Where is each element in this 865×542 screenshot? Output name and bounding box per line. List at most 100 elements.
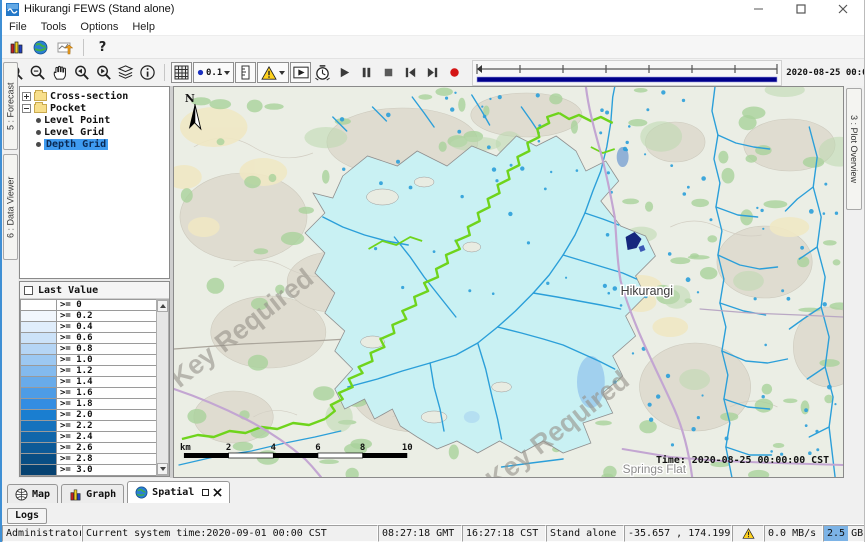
legend-row[interactable]: >= 0 [21, 300, 156, 311]
status-warning-cell[interactable] [732, 525, 764, 542]
legend-row[interactable]: >= 3.0 [21, 465, 156, 476]
menu-tools[interactable]: Tools [34, 21, 74, 33]
graph-icon [69, 488, 82, 501]
menu-file[interactable]: File [2, 21, 34, 33]
legend-row[interactable]: >= 1.2 [21, 366, 156, 377]
help-icon[interactable]: ? [92, 37, 113, 58]
tab-data-viewer[interactable]: 6 : Data Viewer [3, 154, 18, 260]
legend-color-swatch [21, 454, 57, 464]
warning-threshold-dropdown[interactable] [257, 62, 289, 83]
legend-row[interactable]: >= 0.8 [21, 344, 156, 355]
expand-icon[interactable] [22, 92, 31, 101]
tree-item-pocket[interactable]: Pocket [50, 103, 86, 114]
tree-row[interactable]: Level Grid [22, 126, 167, 138]
legend-color-swatch [21, 388, 57, 398]
legend-rows: >= 0>= 0.2>= 0.4>= 0.6>= 0.8>= 1.0>= 1.2… [20, 299, 156, 476]
grid-layer-button[interactable] [171, 62, 192, 83]
tab-spatial[interactable]: Spatial [127, 481, 230, 503]
tree-item-cross-section[interactable]: Cross-section [50, 91, 128, 102]
time-slider[interactable] [472, 60, 782, 86]
maximize-button[interactable] [780, 0, 822, 18]
zoom-out-icon[interactable] [27, 62, 48, 83]
legend-color-swatch [21, 465, 57, 475]
database-icon[interactable] [6, 37, 27, 58]
legend-row[interactable]: >= 0.4 [21, 322, 156, 333]
scale-ruler-button[interactable] [235, 62, 256, 83]
legend-label: >= 1.8 [57, 399, 156, 409]
legend-row[interactable]: >= 1.8 [21, 399, 156, 410]
legend-row[interactable]: >= 1.4 [21, 377, 156, 388]
legend-label: >= 0.6 [57, 333, 156, 343]
animation-player-button[interactable] [290, 62, 311, 83]
tab-forecast[interactable]: 5 : Forecast [3, 62, 18, 150]
pan-hand-icon[interactable] [49, 62, 70, 83]
map-view[interactable]: API Key Required API Key Required Hikura… [173, 86, 844, 478]
globe-icon[interactable] [30, 37, 51, 58]
time-range-bar [477, 77, 777, 82]
close-button[interactable] [822, 0, 864, 18]
info-icon[interactable] [137, 62, 158, 83]
tab-graph-label: Graph [86, 489, 116, 500]
toolbar-separator [164, 64, 165, 81]
toolbar-separator [83, 39, 84, 56]
play-button[interactable] [334, 62, 355, 83]
tab-plot-overview[interactable]: 3 : Plot Overview [846, 88, 862, 210]
minimize-button[interactable] [738, 0, 780, 18]
tree-item-level-point[interactable]: Level Point [44, 115, 110, 126]
legend-scrollbar[interactable] [156, 299, 169, 476]
zoom-next-icon[interactable] [93, 62, 114, 83]
legend-row[interactable]: >= 0.6 [21, 333, 156, 344]
tab-map-label: Map [32, 489, 50, 500]
skip-to-end-button[interactable] [422, 62, 443, 83]
close-panel-icon[interactable] [213, 488, 222, 497]
legend-color-swatch [21, 300, 57, 310]
legend-row[interactable]: >= 1.6 [21, 388, 156, 399]
record-button[interactable] [444, 62, 465, 83]
scale-tick: 8 [360, 443, 365, 453]
map-globe-icon [15, 488, 28, 501]
logs-button[interactable]: Logs [7, 508, 47, 524]
layers-icon[interactable] [115, 62, 136, 83]
legend-color-swatch [21, 410, 57, 420]
tree-item-level-grid[interactable]: Level Grid [44, 127, 104, 138]
collapse-icon[interactable] [22, 104, 31, 113]
status-coordinates: -35.657 , 174.199 [624, 525, 732, 542]
legend-row[interactable]: >= 2.8 [21, 454, 156, 465]
time-slider-thumb[interactable] [477, 65, 482, 73]
last-value-checkbox[interactable] [24, 286, 33, 295]
tree-row[interactable]: Pocket [22, 102, 167, 114]
tree-item-depth-grid[interactable]: Depth Grid [44, 139, 108, 150]
legend-label: >= 2.8 [57, 454, 156, 464]
legend-row[interactable]: >= 2.2 [21, 421, 156, 432]
tree-row[interactable]: Cross-section [22, 90, 167, 102]
legend-row[interactable]: >= 2.0 [21, 410, 156, 421]
legend-color-swatch [21, 311, 57, 321]
tab-map[interactable]: Map [7, 484, 58, 503]
legend-label: >= 1.6 [57, 388, 156, 398]
tab-graph[interactable]: Graph [61, 484, 124, 503]
legend-row[interactable]: >= 1.0 [21, 355, 156, 366]
legend-color-swatch [21, 366, 57, 376]
restore-panel-icon[interactable] [202, 489, 209, 496]
stop-button[interactable] [378, 62, 399, 83]
menu-options[interactable]: Options [73, 21, 125, 33]
legend-row[interactable]: >= 2.4 [21, 432, 156, 443]
contour-value: 0.1 [206, 68, 222, 78]
zoom-previous-icon[interactable] [71, 62, 92, 83]
menu-help[interactable]: Help [125, 21, 162, 33]
skip-to-start-button[interactable] [400, 62, 421, 83]
logs-bar: Logs [2, 503, 864, 524]
tree-row[interactable]: Level Point [22, 114, 167, 126]
legend-row[interactable]: >= 0.2 [21, 311, 156, 322]
animation-timer-icon[interactable] [312, 62, 333, 83]
tree-row[interactable]: Depth Grid [22, 138, 167, 150]
scroll-down-icon[interactable] [157, 463, 168, 475]
contour-threshold-dropdown[interactable]: 0.1 [193, 62, 234, 83]
pause-button[interactable] [356, 62, 377, 83]
title-bar[interactable]: Hikurangi FEWS (Stand alone) [2, 0, 864, 18]
layer-tree: Cross-section Pocket Level Point Level G… [19, 86, 170, 279]
legend-row[interactable]: >= 2.6 [21, 443, 156, 454]
scroll-up-icon[interactable] [157, 300, 168, 312]
profile-chart-icon[interactable] [54, 37, 75, 58]
scale-tick: 6 [315, 443, 320, 453]
